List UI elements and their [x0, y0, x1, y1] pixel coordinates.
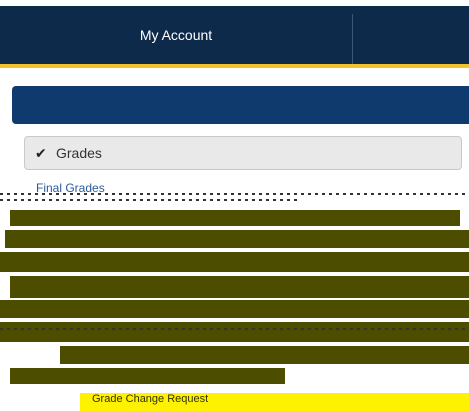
grades-label: Grades [56, 145, 102, 161]
tab-my-account-label: My Account [139, 27, 213, 43]
glitch-band [0, 322, 469, 342]
render-noise [0, 193, 469, 195]
accent-bar [0, 64, 469, 68]
tab-my-account[interactable]: My Account [0, 6, 352, 64]
grades-accordion-header[interactable]: ✔ Grades [24, 136, 462, 170]
menu-item-grade-change-request[interactable]: Grade Change Request [92, 393, 208, 405]
tab-next[interactable] [353, 6, 469, 64]
glitch-band [60, 346, 469, 364]
render-noise [0, 199, 300, 201]
glitch-band [10, 368, 285, 384]
panel-header [12, 86, 469, 124]
checkmark-icon: ✔ [35, 145, 47, 161]
top-navigation: My Account [0, 6, 469, 64]
render-noise [0, 328, 469, 330]
glitch-band [10, 276, 469, 298]
glitch-band [5, 230, 469, 248]
glitch-band [0, 252, 469, 272]
glitch-band [0, 300, 469, 318]
glitch-band [10, 210, 460, 226]
